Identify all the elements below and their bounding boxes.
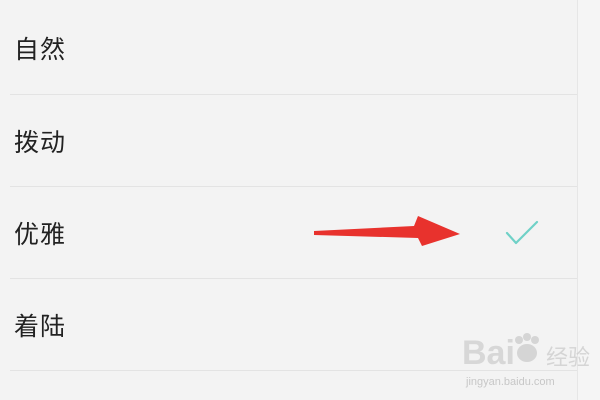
option-ziran[interactable]: 自然 bbox=[0, 2, 578, 94]
option-label: 优雅 bbox=[14, 220, 67, 249]
checkmark-icon bbox=[505, 220, 539, 245]
paw-icon bbox=[515, 333, 539, 362]
watermark-brand: Bai bbox=[462, 334, 515, 372]
option-youya[interactable]: 优雅 bbox=[0, 187, 578, 279]
option-bodong[interactable]: 拨动 bbox=[0, 95, 578, 187]
watermark-text: 经验 bbox=[546, 346, 591, 371]
option-label: 自然 bbox=[14, 35, 67, 64]
red-arrow-icon bbox=[314, 216, 460, 246]
option-label: 着陆 bbox=[14, 312, 67, 341]
option-label: 拨动 bbox=[14, 128, 67, 157]
watermark-url: jingyan.baidu.com bbox=[466, 376, 555, 388]
baidu-jingyan-watermark: Bai 经验 jingyan.baidu.com bbox=[462, 326, 600, 400]
